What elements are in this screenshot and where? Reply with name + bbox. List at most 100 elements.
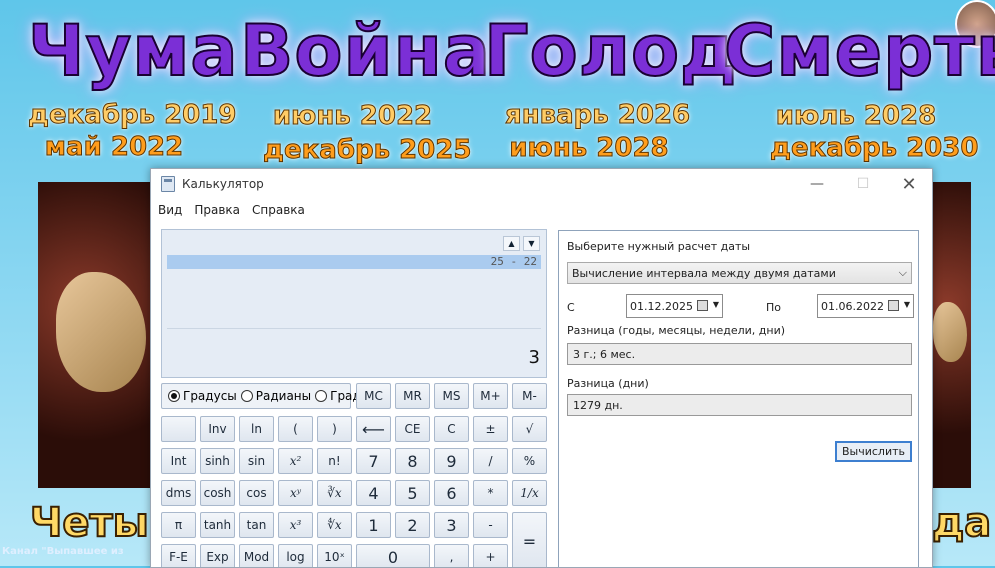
key-sinh[interactable]: sinh bbox=[200, 448, 235, 474]
close-button[interactable]: ✕ bbox=[886, 169, 932, 199]
key-minus[interactable]: - bbox=[473, 512, 508, 538]
menu-bar: Вид Правка Справка bbox=[151, 199, 932, 221]
key-tanh[interactable]: tanh bbox=[200, 512, 235, 538]
poster-title-death: Смерть bbox=[723, 9, 995, 93]
difference-days-result: 1279 дн. bbox=[567, 394, 912, 416]
key-9[interactable]: 9 bbox=[434, 448, 469, 474]
key-factorial[interactable]: n! bbox=[317, 448, 352, 474]
expression-history[interactable]: 25 - 22 bbox=[167, 255, 541, 269]
key-log[interactable]: log bbox=[278, 544, 313, 567]
key-int[interactable]: Int bbox=[161, 448, 196, 474]
key-x-cubed[interactable]: x³ bbox=[278, 512, 313, 538]
key-tan[interactable]: tan bbox=[239, 512, 274, 538]
key-7[interactable]: 7 bbox=[356, 448, 391, 474]
key-8[interactable]: 8 bbox=[395, 448, 430, 474]
poster-date-war-end: декабрь 2025 bbox=[263, 135, 472, 166]
radio-degrees[interactable]: Градусы bbox=[168, 389, 237, 403]
key-mod[interactable]: Mod bbox=[239, 544, 274, 567]
key-decimal[interactable]: , bbox=[434, 544, 469, 567]
key-exp[interactable]: Exp bbox=[200, 544, 235, 567]
key-percent[interactable]: % bbox=[512, 448, 547, 474]
calculator-display: ▲ ▼ 25 - 22 3 bbox=[161, 229, 547, 378]
key-ln[interactable]: ln bbox=[239, 416, 274, 442]
poster-date-death-end: декабрь 2030 bbox=[770, 133, 979, 164]
key-pi[interactable]: π bbox=[161, 512, 196, 538]
key-3[interactable]: 3 bbox=[434, 512, 469, 538]
from-date-value: 01.12.2025 bbox=[630, 299, 693, 313]
key-equals[interactable]: = bbox=[512, 512, 547, 567]
poster-title-famine: Голод bbox=[483, 9, 738, 93]
key-plus-minus[interactable]: ± bbox=[473, 416, 508, 442]
key-reciprocal[interactable]: 1/x bbox=[512, 480, 547, 506]
to-date-value: 01.06.2022 bbox=[821, 299, 884, 313]
from-date-picker[interactable]: 01.12.2025 ▼ bbox=[626, 294, 723, 318]
key-inv[interactable]: Inv bbox=[200, 416, 235, 442]
key-m-plus[interactable]: M+ bbox=[473, 383, 508, 409]
key-blank[interactable] bbox=[161, 416, 196, 442]
title-bar: Калькулятор — ☐ ✕ bbox=[151, 169, 932, 199]
key-sqrt[interactable]: √ bbox=[512, 416, 547, 442]
maximize-button[interactable]: ☐ bbox=[840, 169, 886, 199]
key-4[interactable]: 4 bbox=[356, 480, 391, 506]
poster-image-right bbox=[931, 182, 971, 488]
difference-days-label: Разница (дни) bbox=[567, 377, 649, 390]
menu-edit[interactable]: Правка bbox=[194, 203, 240, 217]
display-divider bbox=[167, 328, 541, 329]
radio-radians[interactable]: Радианы bbox=[240, 389, 312, 403]
key-0[interactable]: 0 bbox=[356, 544, 430, 567]
dropdown-arrow-icon: ▼ bbox=[903, 300, 910, 309]
key-ce[interactable]: CE bbox=[395, 416, 430, 442]
maximize-icon: ☐ bbox=[856, 176, 870, 192]
minimize-button[interactable]: — bbox=[794, 169, 840, 199]
radio-dot-degrees bbox=[168, 390, 180, 402]
key-divide[interactable]: / bbox=[473, 448, 508, 474]
key-cube-root[interactable]: ∛x bbox=[317, 480, 352, 506]
radio-label-radians: Радианы bbox=[255, 389, 312, 403]
poster-title-war: Война bbox=[239, 9, 492, 93]
radio-dot-radians bbox=[240, 390, 253, 402]
key-ten-power-x[interactable]: 10ˣ bbox=[317, 544, 352, 567]
key-m-minus[interactable]: M- bbox=[512, 383, 547, 409]
key-x-power-y[interactable]: xʸ bbox=[278, 480, 313, 506]
key-cosh[interactable]: cosh bbox=[200, 480, 235, 506]
key-x-squared[interactable]: x² bbox=[278, 448, 313, 474]
difference-label: Разница (годы, месяцы, недели, дни) bbox=[567, 324, 786, 337]
key-backspace[interactable]: ⟵ bbox=[356, 416, 391, 442]
key-f-e[interactable]: F-E bbox=[161, 544, 196, 567]
key-mr[interactable]: MR bbox=[395, 383, 430, 409]
key-mc[interactable]: MC bbox=[356, 383, 391, 409]
chevron-down-icon: ⌵ bbox=[898, 266, 907, 279]
key-5[interactable]: 5 bbox=[395, 480, 430, 506]
key-c[interactable]: C bbox=[434, 416, 469, 442]
calculator-window: Калькулятор — ☐ ✕ Вид Правка Справка ▲ ▼… bbox=[150, 168, 933, 568]
radio-dot-grads bbox=[315, 390, 328, 402]
history-down-button[interactable]: ▼ bbox=[523, 236, 540, 251]
calculate-button[interactable]: Вычислить bbox=[835, 441, 912, 462]
calendar-icon bbox=[888, 300, 899, 311]
key-cos[interactable]: cos bbox=[239, 480, 274, 506]
angle-unit-group: Градусы Радианы Грады bbox=[161, 383, 370, 409]
key-dms[interactable]: dms bbox=[161, 480, 196, 506]
calculation-mode-select[interactable]: Вычисление интервала между двумя датами … bbox=[567, 262, 912, 284]
key-close-paren[interactable]: ) bbox=[317, 416, 352, 442]
calculator-app-icon bbox=[161, 176, 175, 192]
key-ms[interactable]: MS bbox=[434, 383, 469, 409]
key-2[interactable]: 2 bbox=[395, 512, 430, 538]
date-calculation-panel: Выберите нужный расчет даты Вычисление и… bbox=[558, 230, 919, 567]
triangle-down-icon: ▼ bbox=[528, 239, 535, 248]
history-up-button[interactable]: ▲ bbox=[503, 236, 520, 251]
menu-view[interactable]: Вид bbox=[158, 203, 182, 217]
poster-image-left bbox=[38, 182, 150, 488]
key-nth-root[interactable]: ∜x bbox=[317, 512, 352, 538]
key-open-paren[interactable]: ( bbox=[278, 416, 313, 442]
window-title: Калькулятор bbox=[182, 177, 264, 191]
to-date-picker[interactable]: 01.06.2022 ▼ bbox=[817, 294, 914, 318]
minimize-icon: — bbox=[810, 176, 824, 192]
key-multiply[interactable]: * bbox=[473, 480, 508, 506]
key-1[interactable]: 1 bbox=[356, 512, 391, 538]
key-plus[interactable]: + bbox=[473, 544, 508, 567]
key-sin[interactable]: sin bbox=[239, 448, 274, 474]
horse-head-left bbox=[56, 272, 146, 392]
key-6[interactable]: 6 bbox=[434, 480, 469, 506]
menu-help[interactable]: Справка bbox=[252, 203, 305, 217]
